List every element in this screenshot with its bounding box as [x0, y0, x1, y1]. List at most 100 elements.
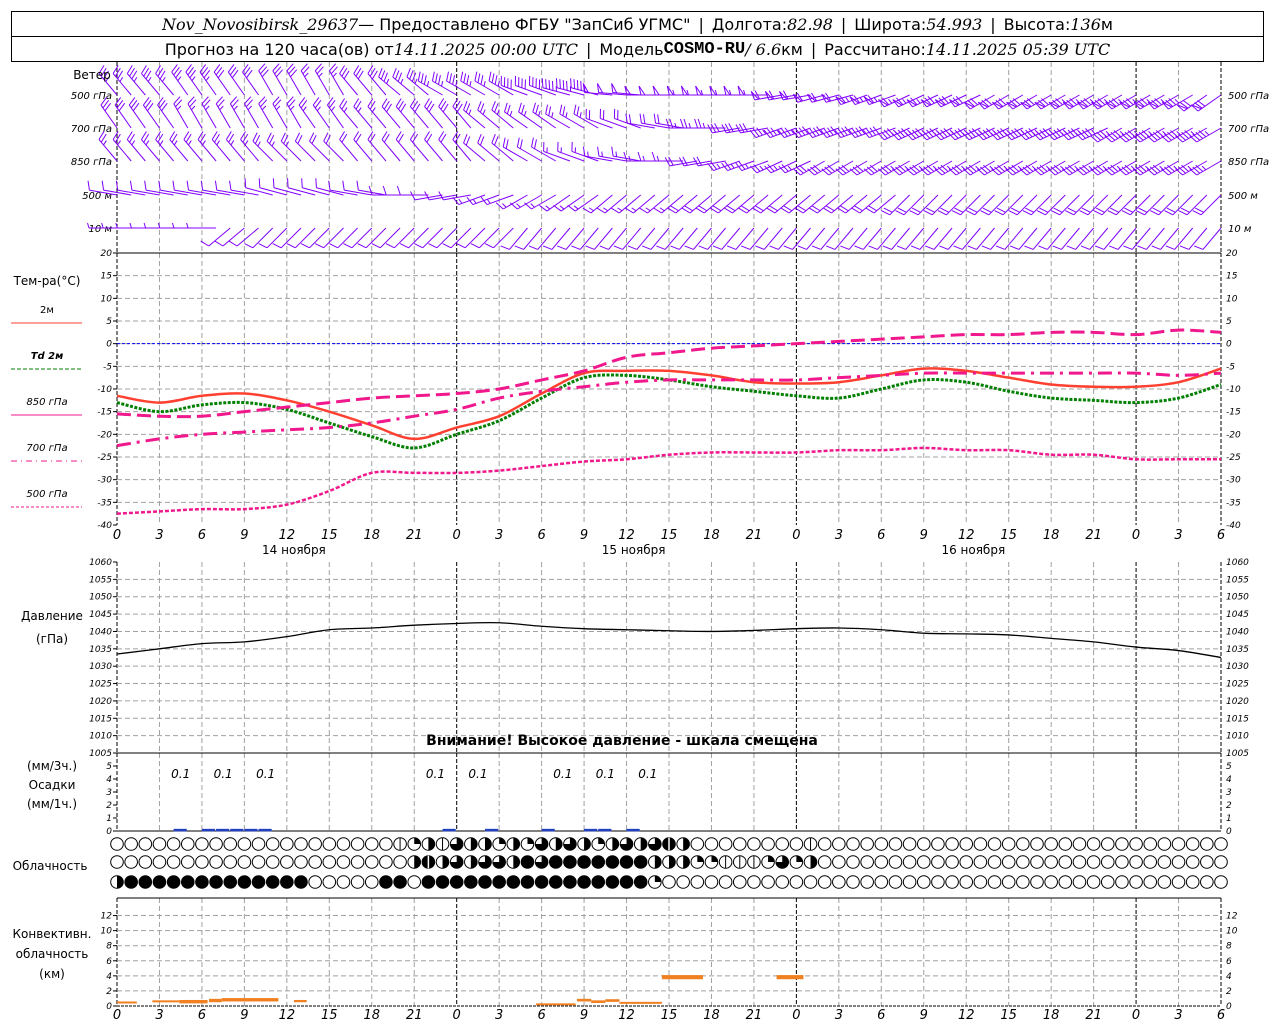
wind-barb-staff: [112, 73, 132, 96]
wind-barb-feather: [923, 210, 933, 216]
wind-barb-feather: [545, 79, 547, 89]
wind-barb: [1175, 160, 1208, 176]
cloud-fill: [810, 855, 817, 869]
cloud-circle: [1171, 875, 1186, 889]
precip-bar: [258, 828, 272, 832]
cloud-symbol: [1115, 855, 1129, 869]
wind-barb-half-feather: [103, 140, 107, 146]
wind-barb-feather: [480, 75, 484, 85]
cloud-circle: [1157, 855, 1172, 869]
cloud-circle: [987, 837, 1002, 851]
cloud-symbol: [520, 837, 535, 851]
wind-barb-staff: [1117, 227, 1137, 250]
wind-barb-half-feather: [1204, 131, 1210, 136]
wind-barb-feather: [611, 146, 614, 157]
pressure-axis-tick-label-left: 1040: [89, 627, 112, 637]
cloud-symbol: [676, 855, 690, 869]
wind-barb-staff: [976, 227, 995, 250]
wind-barb-feather: [1180, 207, 1190, 213]
cloud-circle: [209, 875, 223, 889]
cloud-symbol: [393, 875, 407, 889]
wind-barb-half-feather: [659, 207, 665, 212]
wind-barb-feather: [1109, 245, 1119, 250]
cloud-symbol: [1115, 875, 1129, 889]
wind-barb-feather: [1038, 245, 1048, 250]
cloud-circle: [747, 837, 761, 851]
wind-barb-half-feather: [202, 140, 206, 146]
cloud-circle: [803, 875, 818, 889]
wind-barb-half-feather: [143, 222, 147, 229]
wind-barb-staff: [226, 139, 245, 162]
x-tick-label-bottom: 6: [1217, 1008, 1225, 1023]
wind-barb-feather: [258, 243, 268, 249]
wind-barb-feather: [1010, 207, 1020, 213]
x-tick-label-bottom: 6: [198, 1008, 206, 1023]
cloud-symbol: [846, 837, 860, 851]
precip-bar: [216, 828, 230, 832]
pressure-axis-tick-label-right: 1060: [1226, 558, 1249, 568]
wind-barb: [1019, 160, 1052, 176]
cloud-symbol: [846, 875, 860, 889]
temp-axis-tick-label-right: 0: [1226, 340, 1232, 350]
cloud-circle: [209, 855, 223, 869]
cloud-circle: [874, 837, 889, 851]
wind-barb-feather: [229, 180, 232, 191]
wind-barb: [920, 160, 953, 176]
wind-barb-staff: [392, 76, 415, 96]
x-tick-label: 3: [1174, 528, 1182, 543]
wind-barb-staff: [1202, 227, 1222, 250]
wind-barb-feather: [144, 180, 147, 191]
cloud-circle: [619, 875, 634, 889]
wind-barb-staff: [272, 103, 288, 129]
cloud-fill: [428, 837, 435, 851]
cloud-symbol: [945, 875, 959, 889]
wind-barb: [463, 100, 486, 129]
wind-barb-half-feather: [331, 106, 336, 112]
cloud-circle: [195, 855, 209, 869]
cloud-symbol: [605, 875, 620, 889]
cloud-circle: [280, 875, 294, 889]
cloud-symbol: [1058, 837, 1073, 851]
cloud-circle: [379, 855, 393, 869]
wind-barb-feather: [1009, 245, 1020, 250]
wind-barb-feather: [562, 80, 565, 90]
cloud-symbol: [662, 855, 676, 869]
wind-level-label-left: 850 гПа: [71, 157, 112, 168]
cloud-symbol: [379, 837, 393, 851]
wind-barb-half-feather: [386, 78, 390, 84]
wind-barb-staff: [732, 194, 755, 214]
cloud-symbol: [704, 855, 719, 869]
wind-barb-feather: [698, 245, 708, 250]
cloud-circle: [662, 875, 676, 889]
wind-barb-staff: [112, 139, 132, 162]
wind-barb-half-feather: [1174, 99, 1180, 104]
wind-barb-half-feather: [859, 97, 864, 102]
cloud-symbol: [223, 837, 238, 851]
cloud-circle: [308, 855, 322, 869]
cloud-circle: [265, 855, 280, 869]
cloud-symbol: [577, 855, 591, 869]
wind-barb-feather: [392, 67, 397, 78]
wind-barb: [381, 131, 401, 162]
wind-barb-staff: [604, 194, 627, 214]
wind-barb-feather: [599, 245, 609, 250]
cloud-fill: [485, 837, 492, 851]
precip-axis-tick-label-left: 3: [106, 788, 112, 798]
precip-3h-total: 0.1: [214, 767, 233, 781]
wind-barb: [585, 108, 613, 129]
cloud-circle: [110, 837, 124, 851]
wind-barb: [1189, 127, 1222, 143]
wind-barb-feather: [909, 210, 919, 216]
temp-axis-tick-label-left: -20: [97, 430, 112, 440]
wind-barb-staff: [622, 227, 642, 250]
cloud-circle: [1157, 875, 1172, 889]
wind-barb-feather: [881, 210, 891, 216]
x-tick-label: 12: [279, 528, 296, 543]
wind-barb-feather: [186, 180, 189, 191]
pressure-axis-tick-label-left: 1025: [89, 680, 112, 690]
cloud-symbol: [407, 837, 422, 851]
precip-3h-total: 0.1: [171, 767, 190, 781]
cloud-symbol: [832, 875, 846, 889]
temp-axis-tick-label-left: -40: [97, 521, 112, 531]
wind-barb-staff: [244, 103, 259, 129]
